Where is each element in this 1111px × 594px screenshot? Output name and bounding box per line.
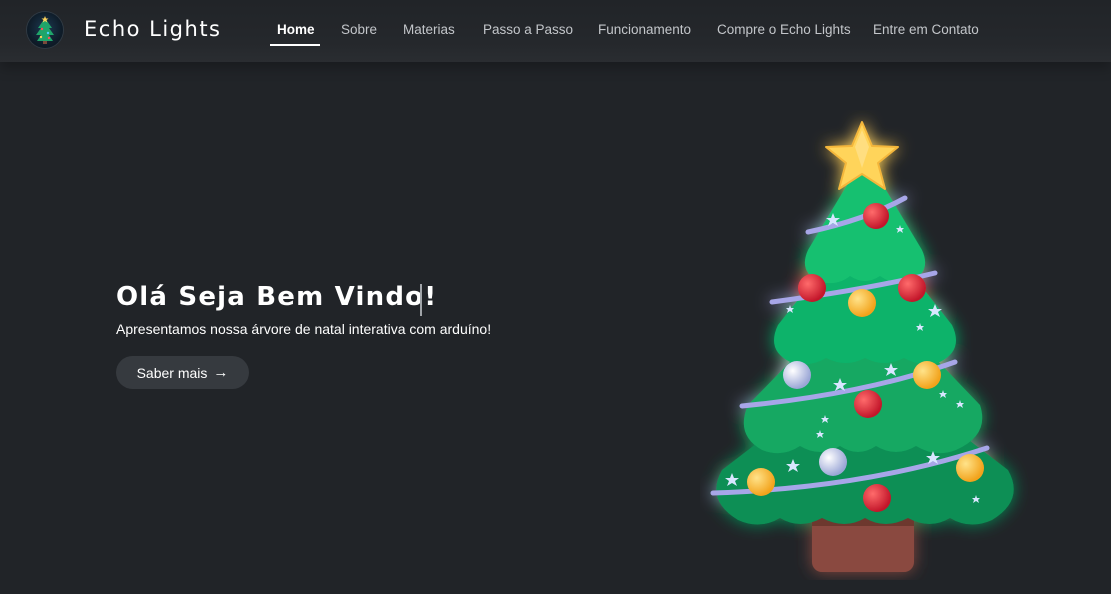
nav-item-materias[interactable]: Materias (403, 22, 455, 37)
nav-item-funcionamento[interactable]: Funcionamento (598, 22, 691, 37)
nav-item-sobre[interactable]: Sobre (341, 22, 377, 37)
hero-subtitle: Apresentamos nossa árvore de natal inter… (116, 321, 492, 337)
brand-name[interactable]: Echo Lights (84, 17, 222, 41)
christmas-tree-illustration (700, 110, 1030, 580)
cta-label: Saber mais (136, 364, 208, 381)
nav-item-compre[interactable]: Compre o Echo Lights (717, 22, 851, 37)
hero-title: Olá Seja Bem Vindo! (116, 282, 438, 312)
top-navbar: Echo Lights Home Sobre Materias Passo a … (0, 0, 1111, 62)
nav-item-home[interactable]: Home (277, 22, 315, 37)
saber-mais-button[interactable]: Saber mais → (116, 356, 249, 389)
typing-cursor (420, 284, 422, 316)
christmas-tree-logo-icon[interactable] (27, 12, 63, 48)
active-nav-underline (270, 44, 320, 46)
nav-item-contato[interactable]: Entre em Contato (873, 22, 979, 37)
arrow-right-icon: → (213, 364, 229, 381)
nav-item-passo-a-passo[interactable]: Passo a Passo (483, 22, 573, 37)
